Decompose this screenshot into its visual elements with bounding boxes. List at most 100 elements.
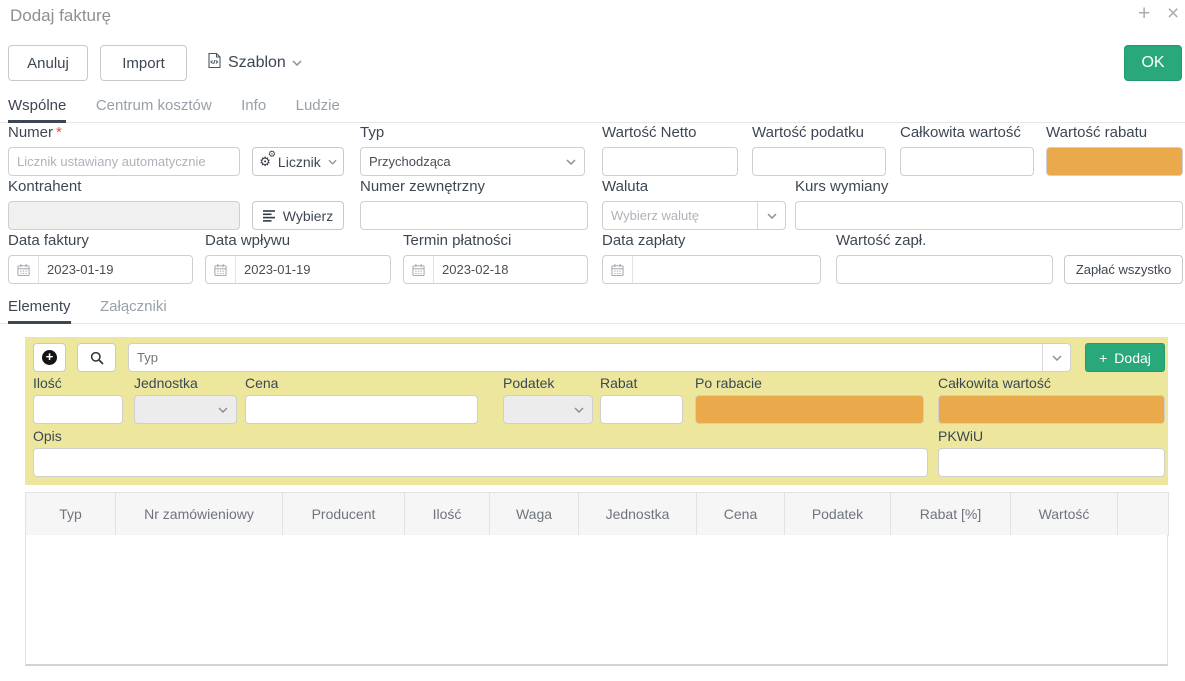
data-wplywu-field[interactable]: [205, 255, 391, 284]
wartosc-netto-input[interactable]: [602, 147, 738, 176]
typ-select[interactable]: Przychodząca: [360, 147, 585, 176]
col-typ: Typ: [26, 493, 116, 536]
wybierz-button[interactable]: Wybierz: [252, 201, 344, 230]
termin-platnosci-label: Termin płatności: [403, 232, 511, 249]
data-faktury-input[interactable]: [39, 262, 192, 277]
col-podatek: Podatek: [785, 493, 891, 536]
template-dropdown[interactable]: Szablon: [207, 52, 302, 74]
waluta-select[interactable]: Wybierz walutę: [602, 201, 786, 230]
tab-ludzie[interactable]: Ludzie: [296, 97, 340, 123]
numer-label: Numer*: [8, 124, 62, 141]
tab-centrum-kosztow[interactable]: Centrum kosztów: [96, 97, 212, 123]
col-ilosc: Ilość: [405, 493, 490, 536]
data-zaplaty-label: Data zapłaty: [602, 232, 685, 249]
numer-input[interactable]: [8, 147, 240, 176]
cena-input[interactable]: [245, 395, 478, 424]
numer-zewnetrzny-input[interactable]: [360, 201, 588, 230]
data-faktury-field[interactable]: [8, 255, 193, 284]
termin-platnosci-input[interactable]: [434, 262, 587, 277]
section-tabs: Elementy Załączniki: [0, 298, 1185, 324]
list-icon: [263, 209, 276, 223]
wartosc-zapl-input[interactable]: [836, 255, 1053, 284]
kontrahent-label: Kontrahent: [8, 178, 81, 195]
numer-zewnetrzny-label: Numer zewnętrzny: [360, 178, 485, 195]
jednostka-select[interactable]: [134, 395, 237, 424]
col-nr-zamowieniowy: Nr zamówieniowy: [116, 493, 283, 536]
add-element-button[interactable]: +: [33, 343, 66, 372]
required-asterisk: *: [56, 124, 62, 141]
window-plus-icon[interactable]: +: [1138, 3, 1150, 25]
calendar-icon: [206, 256, 236, 283]
dodaj-button[interactable]: + Dodaj: [1085, 343, 1165, 372]
chevron-segment: [1042, 344, 1070, 371]
calkowita-wartosc-input[interactable]: [900, 147, 1034, 176]
tab-wspolne[interactable]: Wspólne: [8, 97, 66, 123]
import-button[interactable]: Import: [100, 45, 187, 81]
element-entry-panel: + + Dodaj Ilość Jednostka Cena Podatek R…: [25, 337, 1168, 485]
wartosc-podatku-input[interactable]: [752, 147, 886, 176]
table-empty-body: [25, 535, 1168, 666]
data-faktury-label: Data faktury: [8, 232, 89, 249]
po-rabacie-label: Po rabacie: [695, 375, 762, 391]
template-label: Szablon: [228, 54, 286, 72]
podatek-select[interactable]: [503, 395, 593, 424]
calkowita-wartosc-element-input[interactable]: [938, 395, 1165, 424]
tab-info[interactable]: Info: [241, 97, 266, 123]
data-wplywu-label: Data wpływu: [205, 232, 290, 249]
calendar-icon: [404, 256, 434, 283]
table-header-row: Typ Nr zamówieniowy Producent Ilość Waga…: [26, 493, 1169, 536]
pkwiu-input[interactable]: [938, 448, 1165, 477]
add-invoice-dialog: Dodaj fakturę + × Anuluj Import Szablon …: [0, 0, 1185, 681]
zaplac-wszystko-button[interactable]: Zapłać wszystko: [1064, 255, 1183, 284]
data-zaplaty-field[interactable]: [602, 255, 821, 284]
wartosc-podatku-label: Wartość podatku: [752, 124, 864, 141]
data-wplywu-input[interactable]: [236, 262, 390, 277]
chevron-down-icon: [292, 60, 302, 66]
podatek-label: Podatek: [503, 375, 554, 391]
search-element-button[interactable]: [77, 343, 116, 372]
opis-input[interactable]: [33, 448, 928, 477]
chevron-down-icon: [328, 159, 337, 165]
jednostka-label: Jednostka: [134, 375, 198, 391]
col-actions: [1118, 493, 1169, 536]
chevron-down-icon: [574, 407, 584, 413]
typ-combobox[interactable]: [128, 343, 1071, 372]
tab-zalaczniki[interactable]: Załączniki: [100, 298, 167, 324]
typ-combobox-input[interactable]: [137, 350, 1038, 365]
pkwiu-label: PKWiU: [938, 428, 983, 444]
opis-label: Opis: [33, 428, 62, 444]
main-tabs: Wspólne Centrum kosztów Info Ludzie: [0, 97, 1185, 123]
cancel-button[interactable]: Anuluj: [8, 45, 88, 81]
kurs-wymiany-label: Kurs wymiany: [795, 178, 888, 195]
plus-circle-icon: +: [42, 350, 57, 365]
col-cena: Cena: [697, 493, 785, 536]
cena-label: Cena: [245, 375, 278, 391]
wartosc-zapl-label: Wartość zapł.: [836, 232, 926, 249]
termin-platnosci-field[interactable]: [403, 255, 588, 284]
file-code-icon: [207, 52, 222, 74]
data-zaplaty-input[interactable]: [633, 262, 820, 277]
col-wartosc: Wartość: [1011, 493, 1118, 536]
magnifier-icon: [90, 351, 104, 365]
waluta-label: Waluta: [602, 178, 648, 195]
chevron-down-icon: [1052, 355, 1062, 361]
rabat-input[interactable]: [600, 395, 683, 424]
po-rabacie-input[interactable]: [695, 395, 924, 424]
kontrahent-input[interactable]: [8, 201, 240, 230]
plus-icon: +: [1099, 350, 1107, 366]
gears-icon: ⚙⚙: [259, 155, 271, 169]
rabat-label: Rabat: [600, 375, 637, 391]
ok-button[interactable]: OK: [1124, 45, 1182, 81]
col-waga: Waga: [490, 493, 579, 536]
ilosc-input[interactable]: [33, 395, 123, 424]
wartosc-rabatu-input[interactable]: [1046, 147, 1183, 176]
calendar-icon: [603, 256, 633, 283]
window-close-icon[interactable]: ×: [1167, 3, 1179, 25]
tab-elementy[interactable]: Elementy: [8, 298, 71, 324]
calkowita-wartosc-label: Całkowita wartość: [900, 124, 1021, 141]
calendar-icon: [9, 256, 39, 283]
kurs-wymiany-input[interactable]: [795, 201, 1183, 230]
licznik-button[interactable]: ⚙⚙ Licznik: [252, 147, 344, 176]
col-producent: Producent: [283, 493, 405, 536]
chevron-down-icon: [767, 213, 777, 219]
